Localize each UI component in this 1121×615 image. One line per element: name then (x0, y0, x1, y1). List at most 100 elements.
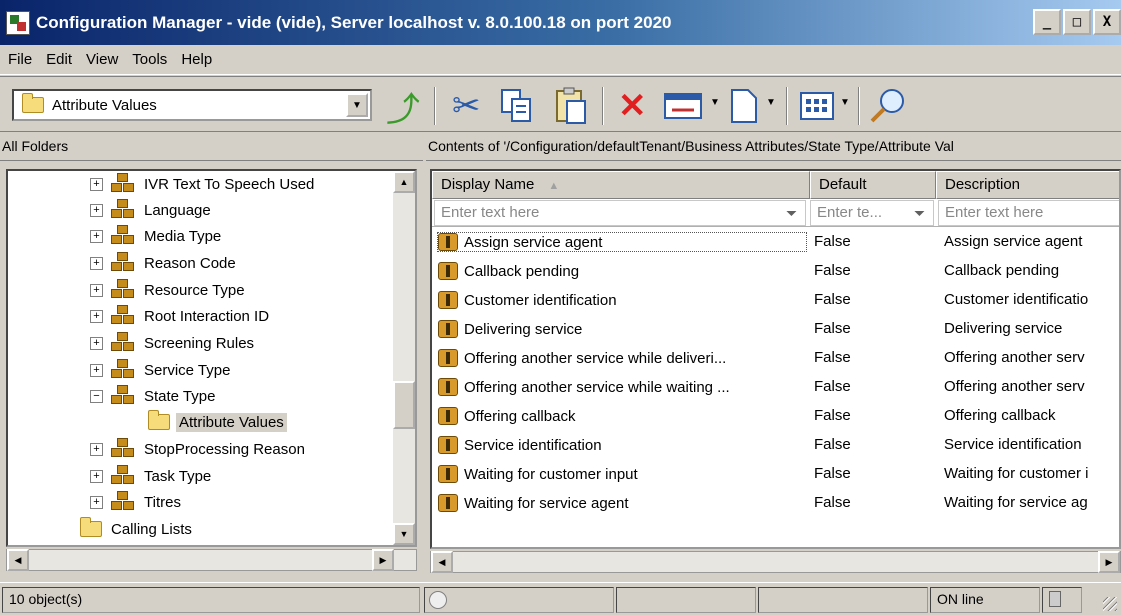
scroll-thumb[interactable] (393, 381, 415, 429)
menu-view[interactable]: View (86, 51, 118, 68)
scroll-left-icon[interactable]: ◀ (431, 551, 453, 573)
delete-button[interactable]: ✕ (618, 85, 647, 127)
scroll-right-icon[interactable]: ▶ (1098, 551, 1120, 573)
chevron-down-icon[interactable]: ▼ (766, 97, 776, 108)
scroll-left-icon[interactable]: ◀ (7, 549, 29, 571)
resize-grip[interactable] (1103, 597, 1117, 611)
server-icon (1049, 591, 1061, 607)
scroll-down-icon[interactable]: ▼ (393, 523, 415, 545)
table-row[interactable]: Customer identification False Customer i… (432, 287, 1119, 316)
cell-display-name: Assign service agent (437, 232, 807, 252)
filter-display-name-input[interactable]: Enter text here ⏷ (434, 200, 806, 226)
tree-item-calling-lists[interactable]: Calling Lists (80, 516, 195, 542)
attribute-value-icon (438, 407, 458, 425)
table-row[interactable]: Callback pending False Callback pending (432, 258, 1119, 287)
table-row[interactable]: Service identification False Service ide… (432, 432, 1119, 461)
tree-item-label: Screening Rules (144, 334, 255, 352)
filter-default-input[interactable]: Enter te... ⏷ (810, 200, 934, 226)
title-bar: Configuration Manager - vide (vide), Ser… (0, 0, 1121, 45)
table-row[interactable]: Delivering service False Delivering serv… (432, 316, 1119, 345)
filter-description-input[interactable]: Enter text here (938, 200, 1119, 226)
tree-item-label: IVR Text To Speech Used (144, 175, 315, 193)
paste-icon (556, 87, 586, 124)
table-horizontal-scrollbar[interactable]: ◀ ▶ (430, 551, 1121, 573)
tree-item[interactable]: + Task Type (90, 463, 214, 489)
expand-icon[interactable]: + (90, 442, 103, 456)
cell-default: False (814, 378, 851, 395)
expand-icon[interactable]: + (90, 283, 103, 297)
tree-horizontal-scrollbar[interactable]: ◀ ▶ (6, 549, 417, 571)
table-row[interactable]: Waiting for customer input False Waiting… (432, 461, 1119, 490)
expand-icon[interactable]: + (90, 177, 103, 191)
view-options-button[interactable] (800, 85, 834, 127)
menu-tools[interactable]: Tools (132, 51, 167, 68)
cut-button[interactable]: ✂ (452, 85, 481, 127)
expand-icon[interactable]: + (90, 203, 103, 217)
menu-edit[interactable]: Edit (46, 51, 72, 68)
folder-combo[interactable]: Attribute Values ▼ (12, 89, 372, 121)
menu-file[interactable]: File (8, 51, 32, 68)
collapse-icon[interactable]: − (90, 389, 103, 403)
table-row[interactable]: Offering another service while waiting .… (432, 374, 1119, 403)
column-header-display-name[interactable]: Display Name ▲ (432, 171, 810, 199)
attribute-value-icon (438, 465, 458, 483)
expand-icon[interactable]: + (90, 363, 103, 377)
tree-item[interactable]: + StopProcessing Reason (90, 436, 308, 462)
tree-item[interactable]: + Root Interaction ID (90, 303, 272, 329)
tree-item[interactable]: + Reason Code (90, 250, 239, 276)
copy-button[interactable] (500, 85, 534, 127)
network-icon (429, 591, 447, 609)
attribute-values-table[interactable]: Display Name ▲ Default Description Enter … (430, 169, 1121, 549)
attribute-icon (111, 491, 135, 513)
cell-description: Callback pending (944, 262, 1060, 279)
tree-vertical-scrollbar[interactable]: ▲ ▼ (393, 171, 415, 545)
column-header-description[interactable]: Description (936, 171, 1119, 199)
toolbar-separator (434, 87, 436, 125)
close-button[interactable]: X (1093, 9, 1121, 35)
tree-item-label: Language (144, 201, 211, 219)
tree-item[interactable]: + Media Type (90, 223, 224, 249)
filter-funnel-icon[interactable]: ⏷ (786, 205, 802, 221)
tree-item[interactable]: + IVR Text To Speech Used (90, 171, 317, 197)
menu-help[interactable]: Help (181, 51, 212, 68)
table-row[interactable]: Waiting for service agent False Waiting … (432, 490, 1119, 519)
new-object-button[interactable] (730, 85, 758, 127)
scroll-up-icon[interactable]: ▲ (393, 171, 415, 193)
filter-funnel-icon[interactable]: ⏷ (914, 205, 930, 221)
chevron-down-icon[interactable]: ▼ (710, 97, 720, 108)
tree-item-attribute-values[interactable]: Attribute Values (148, 409, 287, 435)
properties-button[interactable] (664, 85, 704, 127)
find-button[interactable] (868, 85, 908, 127)
chevron-down-icon[interactable]: ▼ (346, 93, 368, 117)
expand-icon[interactable]: + (90, 495, 103, 509)
paste-button[interactable] (554, 85, 588, 127)
tree-item[interactable]: + Service Type (90, 357, 233, 383)
tree-item[interactable]: + Resource Type (90, 277, 248, 303)
up-folder-button[interactable]: ⤴ (386, 85, 420, 129)
minimize-button[interactable]: _ (1033, 9, 1061, 35)
scroll-right-icon[interactable]: ▶ (372, 549, 394, 571)
table-row[interactable]: Offering another service while deliveri.… (432, 345, 1119, 374)
cell-display-name: Offering callback (438, 407, 806, 425)
expand-icon[interactable]: + (90, 336, 103, 350)
expand-icon[interactable]: + (90, 229, 103, 243)
tree-item-label: Titres (144, 493, 181, 511)
tree-item-state-type[interactable]: − State Type (90, 383, 218, 409)
expand-icon[interactable]: + (90, 256, 103, 270)
chevron-down-icon[interactable]: ▼ (840, 97, 850, 108)
tree-item[interactable]: + Language (90, 197, 214, 223)
expand-icon[interactable]: + (90, 469, 103, 483)
attribute-value-icon (438, 320, 458, 338)
folder-tree[interactable]: + IVR Text To Speech Used + Language + M… (6, 169, 417, 547)
table-row[interactable]: Assign service agent False Assign servic… (432, 229, 1119, 258)
maximize-button[interactable]: □ (1063, 9, 1091, 35)
tree-item[interactable]: + Titres (90, 489, 184, 515)
attribute-icon (111, 199, 135, 221)
tree-item[interactable]: + Screening Rules (90, 330, 257, 356)
folder-tree-panel: All Folders + IVR Text To Speech Used + … (0, 133, 423, 573)
table-row[interactable]: Offering callback False Offering callbac… (432, 403, 1119, 432)
column-header-default[interactable]: Default (810, 171, 936, 199)
expand-icon[interactable]: + (90, 309, 103, 323)
attribute-value-icon (438, 349, 458, 367)
status-pane (758, 587, 928, 613)
